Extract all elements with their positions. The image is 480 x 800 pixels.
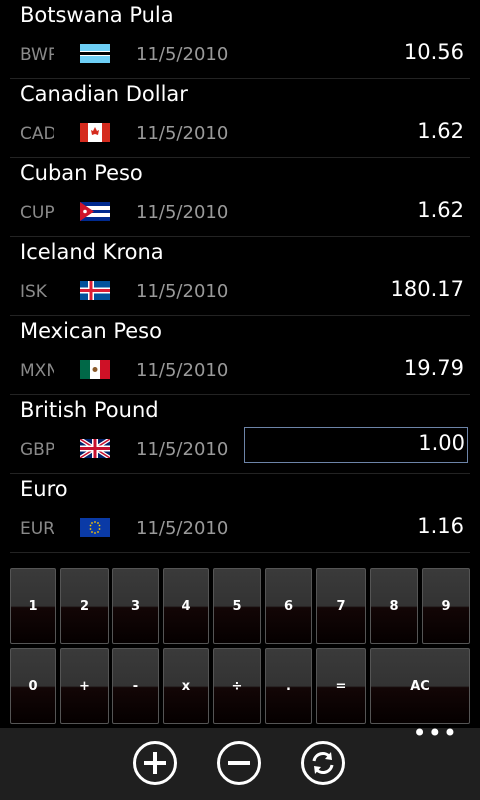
key-8[interactable]: 8 [370, 568, 418, 644]
rate-date: 11/5/2010 [136, 439, 229, 460]
amount-input[interactable]: 1.00 [244, 427, 468, 463]
currency-row[interactable]: Cuban Peso CUP 11/5/2010 1.62 [0, 158, 480, 237]
iceland-flag-icon [80, 281, 110, 300]
remove-icon [228, 761, 250, 765]
key-equals[interactable]: = [316, 648, 366, 724]
currency-name: Mexican Peso [20, 319, 162, 343]
currency-name: Botswana Pula [20, 3, 174, 27]
currency-row[interactable]: Iceland Krona ISK 11/5/2010 180.17 [0, 237, 480, 316]
key-multiply[interactable]: x [163, 648, 209, 724]
currency-code: CUP [20, 203, 54, 223]
add-button[interactable] [133, 741, 177, 785]
currency-name: British Pound [20, 398, 159, 422]
uk-flag-icon [80, 439, 110, 458]
eu-flag-icon [80, 518, 110, 537]
rate-date: 11/5/2010 [136, 123, 229, 144]
refresh-icon [312, 752, 334, 774]
currency-row[interactable]: Botswana Pula BWP 11/5/2010 10.56 [0, 0, 480, 79]
currency-row[interactable]: Mexican Peso MXN 11/5/2010 19.79 [0, 316, 480, 395]
key-clear[interactable]: AC [370, 648, 470, 724]
key-3[interactable]: 3 [112, 568, 159, 644]
rate-date: 11/5/2010 [136, 44, 229, 65]
currency-code: BWP [20, 45, 54, 65]
key-2[interactable]: 2 [60, 568, 109, 644]
rate-date: 11/5/2010 [136, 518, 229, 539]
currency-row[interactable]: British Pound GBP 11/5/2010 1.00 [0, 395, 480, 474]
currency-code: CAD [20, 124, 54, 144]
app-bar: ••• [0, 719, 480, 800]
ellipsis-icon: ••• [412, 719, 458, 747]
currency-value: 19.79 [403, 356, 464, 380]
canada-flag-icon [80, 123, 110, 142]
botswana-flag-icon [80, 44, 110, 63]
currency-code: GBP [20, 440, 54, 460]
currency-value: 1.62 [417, 119, 464, 143]
currency-value: 1.16 [417, 514, 464, 538]
key-4[interactable]: 4 [163, 568, 209, 644]
rate-date: 11/5/2010 [136, 360, 229, 381]
currency-code: EUR [20, 519, 54, 539]
row-divider [10, 552, 470, 553]
key-divide[interactable]: ÷ [213, 648, 261, 724]
key-7[interactable]: 7 [316, 568, 366, 644]
add-icon [144, 752, 166, 774]
key-decimal[interactable]: . [265, 648, 312, 724]
rate-date: 11/5/2010 [136, 202, 229, 223]
currency-name: Iceland Krona [20, 240, 164, 264]
cuba-flag-icon [80, 202, 110, 221]
currency-name: Canadian Dollar [20, 82, 188, 106]
more-menu-button[interactable]: ••• [413, 719, 458, 747]
key-1[interactable]: 1 [10, 568, 56, 644]
currency-row[interactable]: Euro EUR 11/5/2010 1.16 [0, 474, 480, 553]
key-9[interactable]: 9 [422, 568, 470, 644]
refresh-button[interactable] [301, 741, 345, 785]
key-6[interactable]: 6 [265, 568, 312, 644]
key-minus[interactable]: - [112, 648, 159, 724]
currency-row[interactable]: Canadian Dollar CAD 11/5/2010 1.62 [0, 79, 480, 158]
currency-name: Cuban Peso [20, 161, 143, 185]
currency-value: 1.62 [417, 198, 464, 222]
currency-value: 10.56 [403, 40, 464, 64]
key-0[interactable]: 0 [10, 648, 56, 724]
currency-code: MXN [20, 361, 54, 381]
currency-name: Euro [20, 477, 68, 501]
rate-date: 11/5/2010 [136, 281, 229, 302]
currency-code: ISK [20, 282, 47, 302]
remove-button[interactable] [217, 741, 261, 785]
key-plus[interactable]: + [60, 648, 109, 724]
key-5[interactable]: 5 [213, 568, 261, 644]
mexico-flag-icon [80, 360, 110, 379]
currency-value: 180.17 [390, 277, 464, 301]
